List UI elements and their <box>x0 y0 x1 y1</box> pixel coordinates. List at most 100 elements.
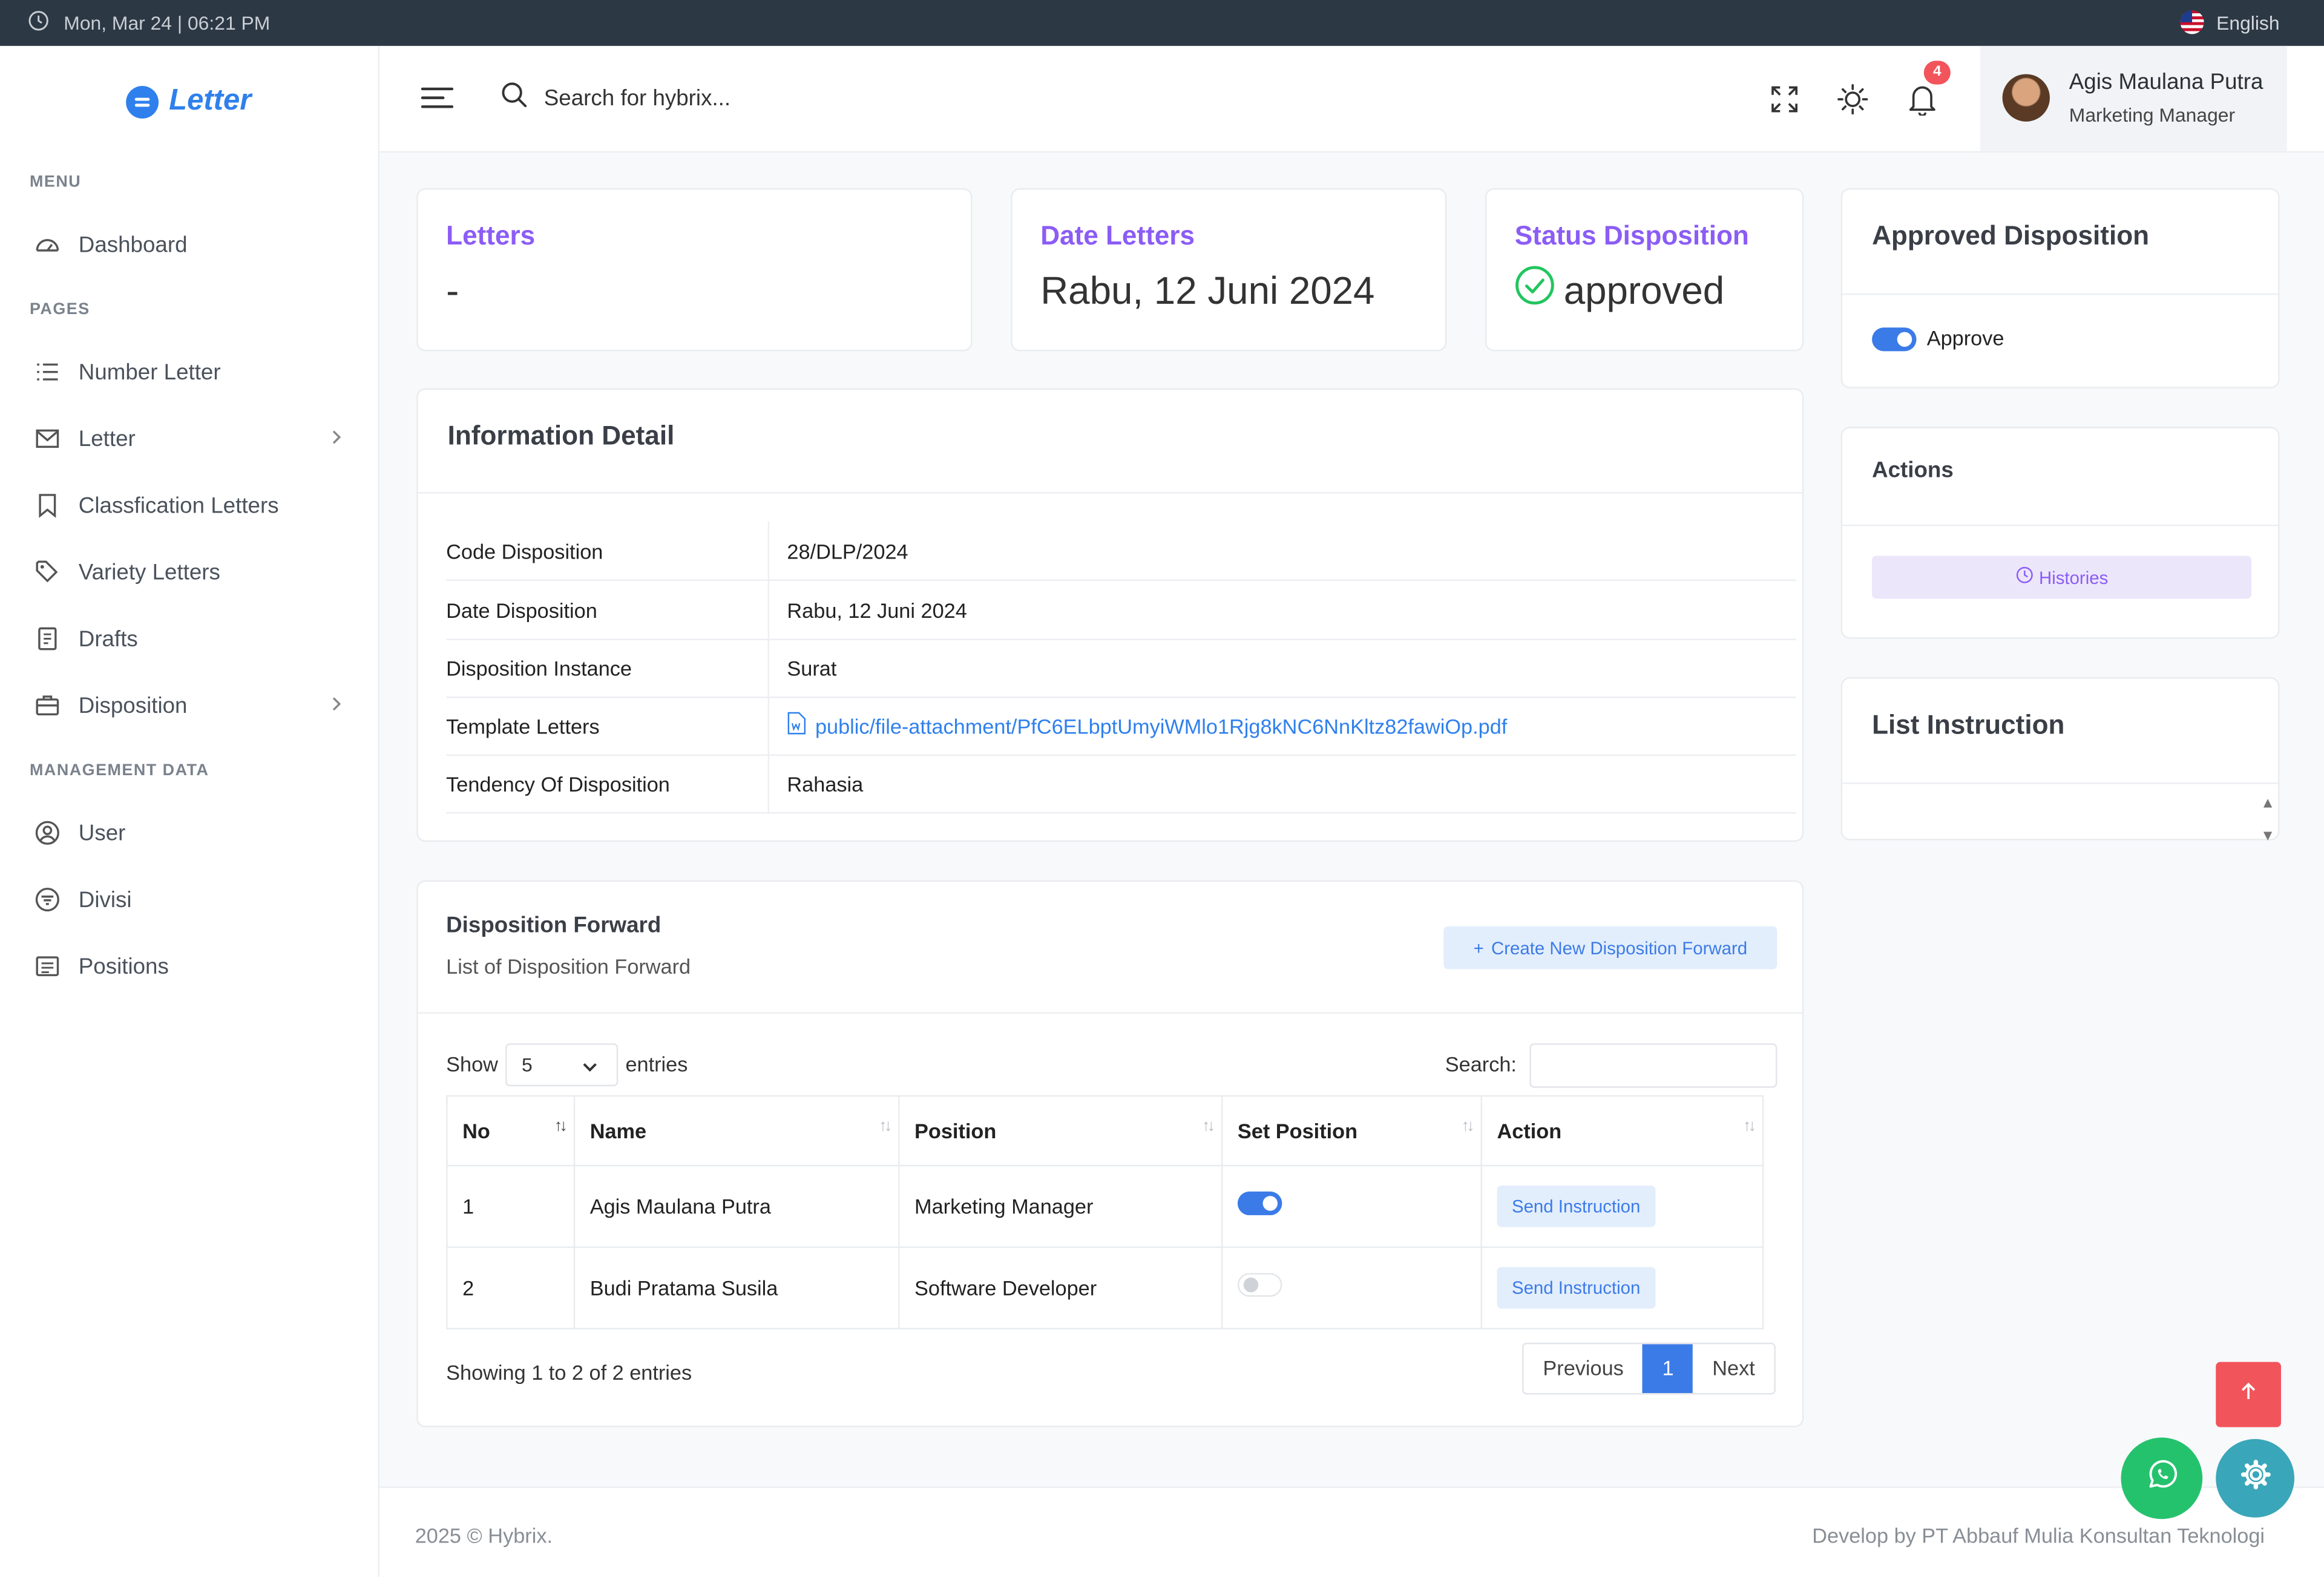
stat-label: Date Letters <box>1040 220 1195 251</box>
datetime-text: Mon, Mar 24 | 06:21 PM <box>64 11 271 34</box>
plus-icon: + <box>1473 937 1484 959</box>
chevron-right-icon <box>329 693 344 720</box>
cell-set-position <box>1221 1246 1482 1329</box>
card-list-icon <box>33 951 62 981</box>
sort-icon: ↑↓ <box>879 1117 892 1135</box>
search-icon <box>501 82 528 114</box>
stat-value: Rabu, 12 Juni 2024 <box>1040 268 1375 313</box>
sidebar-item-divisi[interactable]: Divisi <box>33 877 350 922</box>
back-to-top-button[interactable] <box>2216 1362 2282 1428</box>
sun-icon[interactable] <box>1835 82 1871 117</box>
set-position-toggle[interactable] <box>1237 1191 1282 1216</box>
sidebar-item-positions[interactable]: Positions <box>33 944 350 988</box>
search-input[interactable]: Search for hybrix... <box>501 82 730 114</box>
scroll-up-icon[interactable]: ▲ <box>2260 788 2275 821</box>
section-menu: MENU <box>29 173 82 191</box>
actions-card: Actions Histories <box>1840 427 2280 639</box>
sidebar-item-label: Drafts <box>78 626 138 652</box>
divider <box>1842 524 2279 526</box>
histories-button[interactable]: Histories <box>1872 556 2252 599</box>
info-key: Disposition Instance <box>446 638 770 697</box>
sidebar-item-letter[interactable]: Letter <box>33 416 350 461</box>
stat-label: Letters <box>446 220 536 251</box>
create-forward-label: Create New Disposition Forward <box>1491 937 1748 959</box>
sidebar-item-label: Number Letter <box>78 359 221 385</box>
pagination-next[interactable]: Next <box>1693 1344 1774 1393</box>
sort-icon: ↑↓ <box>1461 1117 1475 1135</box>
template-file-link[interactable]: public/file-attachment/PfC6ELbptUmyiWMlo… <box>787 712 1507 740</box>
stat-card-date: Date Letters Rabu, 12 Juni 2024 <box>1011 188 1447 352</box>
send-instruction-button[interactable]: Send Instruction <box>1497 1185 1655 1227</box>
whatsapp-button[interactable] <box>2121 1437 2203 1520</box>
letter-logo-icon <box>126 85 159 118</box>
info-key: Tendency Of Disposition <box>446 754 770 813</box>
avatar <box>2002 74 2050 122</box>
stat-label: Status Disposition <box>1514 220 1749 251</box>
menu-toggle-icon[interactable] <box>421 85 454 119</box>
column-header-position[interactable]: Position ↑↓ <box>898 1095 1223 1167</box>
search-label: Search: <box>1445 1052 1517 1076</box>
sidebar-item-variety[interactable]: Variety Letters <box>33 550 350 594</box>
settings-button[interactable] <box>2216 1438 2295 1518</box>
info-row: Template Letters public/file-attachment/… <box>446 697 1797 756</box>
column-header-no[interactable]: No ↑↓ <box>446 1095 576 1167</box>
info-value: Rahasia <box>787 772 864 796</box>
tags-icon <box>33 557 62 587</box>
cell-action: Send Instruction <box>1480 1246 1764 1329</box>
user-circle-icon <box>33 818 62 848</box>
sidebar-item-label: Disposition <box>78 692 188 718</box>
set-position-toggle[interactable] <box>1237 1273 1282 1297</box>
language-selector[interactable]: English <box>2181 10 2280 34</box>
information-detail-card: Information Detail Code Disposition 28/D… <box>416 388 1804 842</box>
scroll-down-icon[interactable]: ▼ <box>2260 821 2275 854</box>
divider <box>1842 782 2279 784</box>
column-header-name[interactable]: Name ↑↓ <box>573 1095 900 1167</box>
pagination: Previous 1 Next <box>1522 1342 1776 1395</box>
cell-action: Send Instruction <box>1480 1164 1764 1248</box>
briefcase-icon <box>33 690 62 720</box>
pagination-page-current[interactable]: 1 <box>1643 1344 1693 1394</box>
info-row: Date Disposition Rabu, 12 Juni 2024 <box>446 581 1797 640</box>
table-info: Showing 1 to 2 of 2 entries <box>446 1360 692 1385</box>
entries-select[interactable]: 5 <box>505 1043 619 1087</box>
brand-logo[interactable]: Letter <box>126 85 251 119</box>
sidebar: Letter MENU Dashboard PAGES Number Lette… <box>0 45 379 1577</box>
datetime: Mon, Mar 24 | 06:21 PM <box>28 10 271 36</box>
notification-badge: 4 <box>1923 61 1951 85</box>
top-bar: Mon, Mar 24 | 06:21 PM English <box>0 0 2324 46</box>
fullscreen-icon[interactable] <box>1767 82 1802 117</box>
user-profile[interactable]: Agis Maulana Putra Marketing Manager <box>1980 45 2287 151</box>
sidebar-item-drafts[interactable]: Drafts <box>33 617 350 661</box>
table-header-row: No ↑↓ Name ↑↓ Position ↑↓ Set Position ↑↓ Ac… <box>446 1095 1764 1167</box>
sidebar-item-disposition[interactable]: Disposition <box>33 683 350 727</box>
pagination-previous[interactable]: Previous <box>1524 1344 1643 1393</box>
info-row: Disposition Instance Surat <box>446 638 1797 698</box>
status-value-wrap: approved <box>1515 265 1724 315</box>
language-label: English <box>2216 11 2280 34</box>
chevron-right-icon <box>329 427 344 453</box>
card-title: Information Detail <box>447 421 675 451</box>
column-header-action[interactable]: Action ↑↓ <box>1480 1095 1764 1167</box>
sort-icon: ↑↓ <box>1202 1117 1215 1135</box>
approve-toggle[interactable] <box>1872 327 1917 352</box>
gauge-icon <box>33 230 62 260</box>
sidebar-item-number-letter[interactable]: Number Letter <box>33 350 350 394</box>
user-name: Agis Maulana Putra <box>2069 70 2263 95</box>
sidebar-item-classification[interactable]: Classfication Letters <box>33 483 350 527</box>
chevron-down-icon <box>581 1057 599 1079</box>
sidebar-item-dashboard[interactable]: Dashboard <box>33 222 350 266</box>
send-instruction-button[interactable]: Send Instruction <box>1497 1267 1655 1309</box>
table-search-input[interactable] <box>1529 1043 1777 1088</box>
check-circle-icon <box>1515 265 1555 315</box>
bell-icon[interactable] <box>1905 82 1940 117</box>
create-forward-button[interactable]: + Create New Disposition Forward <box>1443 926 1777 969</box>
footer-copyright: 2025 © Hybrix. <box>415 1523 553 1547</box>
sidebar-item-user[interactable]: User <box>33 811 350 855</box>
info-key: Template Letters <box>446 697 770 755</box>
info-value: 28/DLP/2024 <box>787 539 908 563</box>
list-icon <box>33 357 62 387</box>
disposition-forward-card: Disposition Forward List of Disposition … <box>416 880 1804 1428</box>
column-header-set-position[interactable]: Set Position ↑↓ <box>1221 1095 1482 1167</box>
card-title: Actions <box>1872 457 1954 484</box>
scroll-arrows[interactable]: ▲ ▼ <box>2260 788 2275 854</box>
